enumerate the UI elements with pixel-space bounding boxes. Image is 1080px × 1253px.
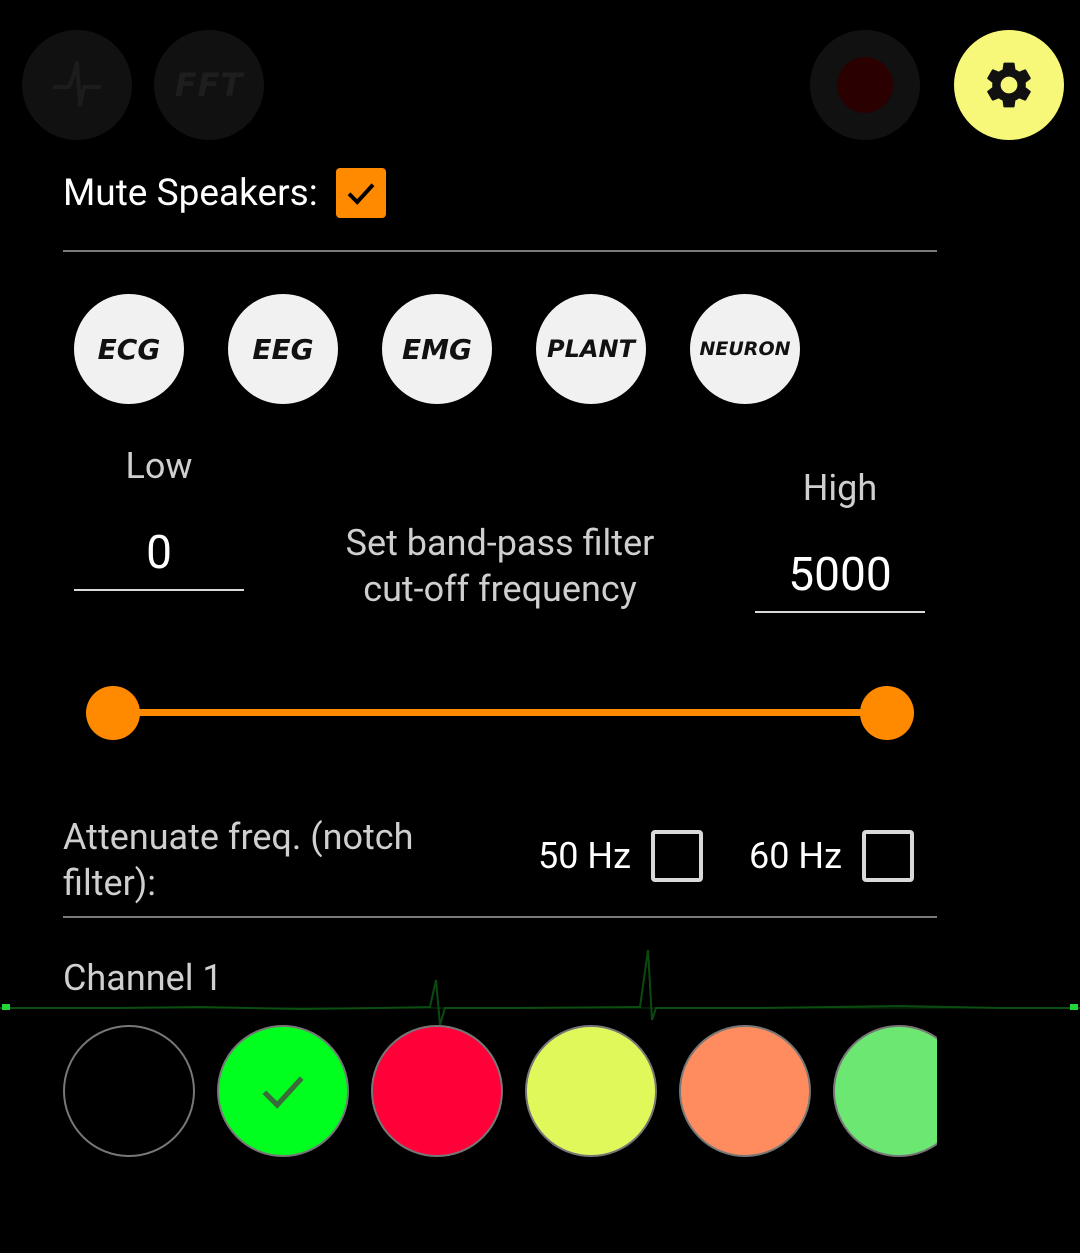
color-swatch-black[interactable]	[63, 1025, 195, 1157]
notch-label-line1: Attenuate freq. (notch	[63, 816, 414, 858]
high-cutoff-input[interactable]	[755, 547, 925, 613]
notch-60hz-checkbox[interactable]	[861, 830, 914, 882]
checkmark-icon	[347, 183, 375, 205]
waveform-icon	[53, 61, 101, 107]
channel-label: Channel 1	[63, 957, 223, 999]
range-slider-low-thumb[interactable]	[86, 686, 140, 740]
range-slider-track[interactable]	[113, 709, 886, 716]
filter-caption-line2: cut-off frequency	[363, 568, 637, 610]
notch-50hz-option: 50 Hz	[538, 830, 703, 882]
filter-caption-line1: Set band-pass filter	[345, 522, 655, 564]
settings-button[interactable]	[954, 30, 1064, 140]
high-cutoff-label: High	[802, 467, 878, 509]
low-cutoff-label: Low	[125, 445, 193, 487]
gear-icon	[987, 62, 1031, 108]
preset-emg-button[interactable]: EMG	[382, 294, 492, 404]
check-icon	[262, 1076, 304, 1109]
preset-eeg-button[interactable]: EEG	[228, 294, 338, 404]
color-swatch-light-green[interactable]	[833, 1025, 937, 1157]
record-button[interactable]	[810, 30, 920, 140]
notch-filter-label: Attenuate freq. (notch filter):	[63, 814, 483, 906]
signal-view-button[interactable]	[22, 30, 132, 140]
divider	[63, 916, 937, 918]
mute-speakers-row: Mute Speakers:	[63, 168, 386, 218]
record-icon	[837, 57, 893, 113]
mute-speakers-label: Mute Speakers:	[63, 171, 318, 215]
fft-label: FFT	[174, 66, 244, 104]
color-swatch-red[interactable]	[371, 1025, 503, 1157]
filter-caption: Set band-pass filter cut-off frequency	[300, 520, 700, 612]
notch-50hz-label: 50 Hz	[538, 835, 631, 877]
preset-ecg-button[interactable]: ECG	[74, 294, 184, 404]
low-cutoff-input[interactable]	[74, 525, 244, 591]
mute-speakers-checkbox[interactable]	[335, 168, 386, 218]
divider	[63, 250, 937, 252]
preset-plant-button[interactable]: PLANT	[536, 294, 646, 404]
channel-color-picker	[63, 1025, 937, 1157]
notch-50hz-checkbox[interactable]	[650, 830, 703, 882]
notch-60hz-label: 60 Hz	[749, 835, 842, 877]
color-swatch-green[interactable]	[217, 1025, 349, 1157]
color-swatch-orange[interactable]	[679, 1025, 811, 1157]
settings-screen: FFT Mute Speakers: ECG EEG EMG PLANT NEU…	[0, 0, 1080, 1253]
preset-neuron-button[interactable]: NEURON	[690, 294, 800, 404]
range-slider-high-thumb[interactable]	[860, 686, 914, 740]
fft-view-button[interactable]: FFT	[154, 30, 264, 140]
color-swatch-yellow[interactable]	[525, 1025, 657, 1157]
notch-label-line2: filter):	[63, 862, 157, 904]
notch-60hz-option: 60 Hz	[749, 830, 914, 882]
